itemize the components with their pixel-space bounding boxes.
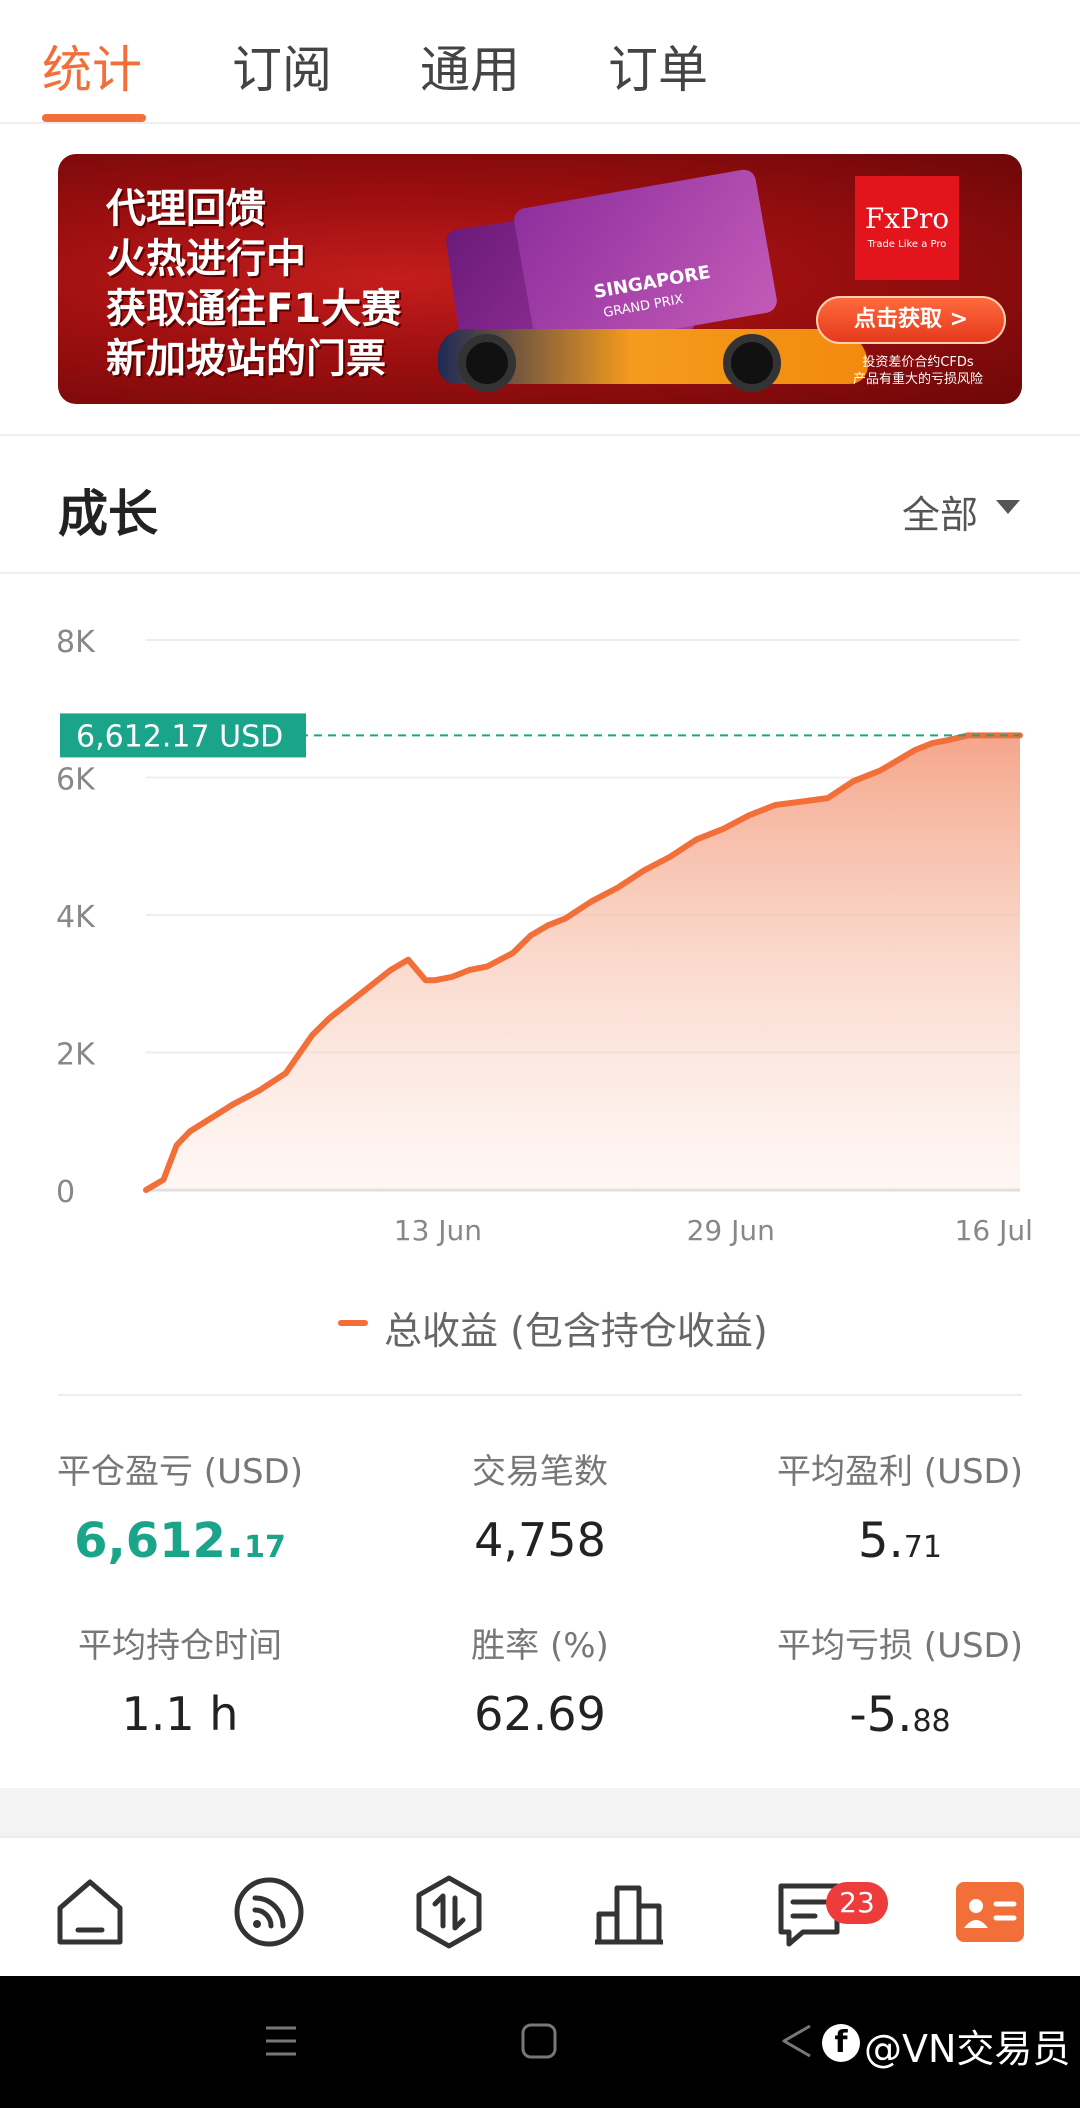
stat-label: 平均亏损 (USD): [777, 1626, 1023, 1666]
stat-label: 交易笔数: [472, 1452, 608, 1492]
stat-label: 平均盈利 (USD): [777, 1452, 1023, 1492]
facebook-icon: f: [822, 2024, 860, 2062]
stat-value: 62.69: [474, 1687, 606, 1741]
legend-label: 总收益 (包含持仓收益): [384, 1309, 768, 1353]
stat-avg-hold-time: 平均持仓时间 1.1 h: [10, 1618, 350, 1741]
y-tick-label: 8K: [56, 625, 96, 660]
stat-label: 平均持仓时间: [78, 1626, 282, 1666]
x-tick-label: 16 Jul: [955, 1214, 1033, 1247]
stat-label: 胜率 (%): [471, 1626, 609, 1666]
banner-line-3: 获取通往F1大赛: [106, 286, 402, 332]
stat-avg-profit: 平均盈利 (USD) 5.71: [730, 1444, 1070, 1569]
promo-banner[interactable]: SINGAPORE GRAND PRIX 代理回馈 火热进行中 获取通往F1大赛…: [58, 154, 1022, 404]
legend-swatch: [338, 1320, 368, 1326]
stat-avg-loss: 平均亏损 (USD) -5.88: [730, 1618, 1070, 1743]
logo-tagline: Trade Like a Pro: [867, 239, 947, 250]
risk-line-2: 产品有重大的亏损风险: [852, 372, 983, 387]
logo-brand: FxPro: [864, 202, 950, 235]
y-tick-label: 4K: [56, 900, 96, 935]
value-decimal: 17: [244, 1530, 286, 1565]
growth-chart: 6,612.17 USD 0 2K 4K 6K 8K 13 Jun 29 Jun 16 Jul: [56, 625, 1033, 1247]
banner-line-4: 新加坡站的门票: [106, 336, 386, 382]
home-icon[interactable]: [52, 1874, 128, 1950]
banner-line-1: 代理回馈: [106, 186, 266, 232]
car-wheel-rear: [458, 334, 516, 392]
stat-win-rate: 胜率 (%) 62.69: [370, 1618, 710, 1741]
tab-orders[interactable]: 订单: [608, 30, 708, 120]
stat-value: 5.71: [730, 1513, 1070, 1569]
recent-apps-icon[interactable]: [262, 2022, 300, 2060]
trade-icon[interactable]: [411, 1874, 487, 1950]
series-area: [146, 735, 1020, 1190]
caret-down-icon[interactable]: [996, 500, 1020, 514]
banner-cta-button[interactable]: 点击获取 >: [816, 296, 1006, 344]
value-decimal: 71: [903, 1530, 942, 1565]
profile-card-icon[interactable]: [952, 1874, 1028, 1950]
active-tab-indicator: [42, 114, 146, 122]
fxpro-logo: FxPro Trade Like a Pro: [855, 176, 959, 280]
y-tick-label: 6K: [56, 763, 96, 798]
section-spacer: [0, 1788, 1080, 1836]
divider: [0, 572, 1080, 574]
stat-label: 平仓盈亏 (USD): [57, 1452, 303, 1492]
ticket-card-front: [512, 167, 779, 354]
home-button-icon[interactable]: [520, 2022, 558, 2060]
tab-statistics[interactable]: 统计: [42, 30, 142, 120]
bottom-navigation: [0, 1836, 1080, 1976]
value-integer: 5.: [858, 1513, 904, 1569]
feed-icon[interactable]: [231, 1874, 307, 1950]
value-integer: -5.: [849, 1687, 913, 1743]
current-value-label: 6,612.17 USD: [76, 719, 283, 754]
x-tick-label: 29 Jun: [687, 1214, 775, 1247]
watermark-text: @VN交易员: [864, 2027, 1071, 2071]
top-tabs: 统计 订阅 通用 订单: [0, 0, 1080, 124]
stat-value: 4,758: [474, 1513, 606, 1567]
stat-value: -5.88: [730, 1687, 1070, 1743]
divider: [58, 1394, 1022, 1396]
stat-value: 6,612.17: [10, 1513, 350, 1569]
x-tick-label: 13 Jun: [394, 1214, 482, 1247]
stat-closed-pnl: 平仓盈亏 (USD) 6,612.17: [10, 1444, 350, 1569]
divider: [0, 434, 1080, 436]
stat-trade-count: 交易笔数 4,758: [370, 1444, 710, 1567]
tab-subscriptions[interactable]: 订阅: [232, 30, 332, 120]
y-tick-label: 2K: [56, 1038, 96, 1073]
tab-general[interactable]: 通用: [420, 30, 520, 120]
back-icon[interactable]: [778, 2022, 816, 2060]
value-decimal: 88: [912, 1704, 951, 1739]
unread-badge: 23: [826, 1882, 888, 1924]
car-wheel-front: [723, 334, 781, 392]
section-title: 成长: [58, 485, 158, 543]
banner-headline: 代理回馈 火热进行中 获取通往F1大赛 新加坡站的门票: [106, 184, 401, 384]
ranking-icon[interactable]: [591, 1874, 667, 1950]
stat-value: 1.1 h: [121, 1687, 239, 1741]
banner-line-2: 火热进行中: [106, 236, 306, 282]
period-filter-dropdown[interactable]: 全部: [902, 484, 978, 539]
y-tick-label: 0: [56, 1175, 75, 1210]
banner-risk-warning: 投资差价合约CFDs 产品有重大的亏损风险: [828, 354, 1008, 388]
value-integer: 6,612.: [74, 1513, 245, 1569]
risk-line-1: 投资差价合约CFDs: [862, 355, 974, 370]
